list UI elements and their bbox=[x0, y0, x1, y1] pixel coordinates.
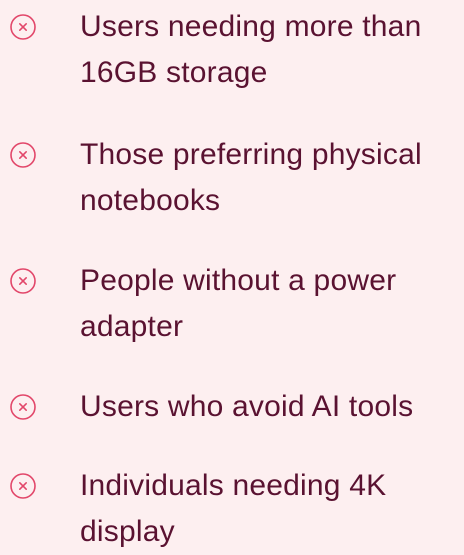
limitations-list: Users needing more than 16GB storage Tho… bbox=[0, 0, 464, 554]
list-item-label: Users needing more than 16GB storage bbox=[80, 10, 422, 89]
close-circle-icon bbox=[9, 472, 37, 500]
list-item-label: People without a power adapter bbox=[80, 264, 397, 343]
list-item-label: Those preferring physical notebooks bbox=[80, 138, 422, 217]
list-item-label: Users who avoid AI tools bbox=[80, 390, 414, 423]
close-circle-icon bbox=[9, 141, 37, 169]
close-circle-icon bbox=[9, 267, 37, 295]
close-circle-icon bbox=[9, 13, 37, 41]
list-item-label: Individuals needing 4K display bbox=[80, 469, 387, 548]
close-circle-icon bbox=[9, 393, 37, 421]
